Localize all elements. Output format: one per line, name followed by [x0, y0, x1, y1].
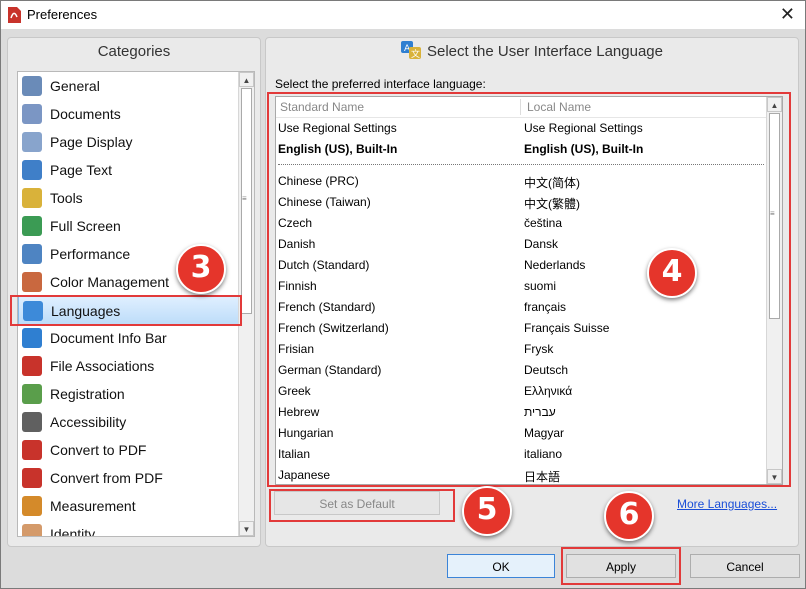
- documents-icon: [22, 104, 42, 124]
- categories-heading: Categories: [97, 43, 171, 60]
- svg-text:文: 文: [411, 48, 420, 59]
- sidebar-item-convert-from-pdf[interactable]: Convert from PDF: [18, 464, 238, 492]
- color-management-icon: [22, 272, 42, 292]
- sidebar-item-documents[interactable]: Documents: [18, 100, 238, 128]
- callout-badge: 4: [647, 248, 697, 298]
- sidebar-item-label: Convert from PDF: [50, 470, 163, 486]
- sidebar-item-general[interactable]: General: [18, 72, 238, 100]
- scroll-down-button[interactable]: ▼: [239, 521, 254, 536]
- sidebar-item-accessibility[interactable]: Accessibility: [18, 408, 238, 436]
- convert-to-pdf-icon: [22, 440, 42, 460]
- convert-from-pdf-icon: [22, 468, 42, 488]
- window-title: Preferences: [27, 7, 98, 22]
- sidebar-item-label: Page Text: [50, 162, 113, 178]
- general-icon: [22, 76, 42, 96]
- sidebar-item-label: Accessibility: [50, 414, 127, 430]
- sidebar-item-tools[interactable]: Tools: [18, 184, 238, 212]
- sidebar-item-page-text[interactable]: Page Text: [18, 156, 238, 184]
- close-icon[interactable]: ✕: [780, 3, 795, 25]
- language-heading-text: Select the User Interface Language: [427, 43, 663, 60]
- sidebar-item-convert-to-pdf[interactable]: Convert to PDF: [18, 436, 238, 464]
- sidebar-item-label: Identity: [50, 526, 96, 537]
- identity-icon: [22, 524, 42, 536]
- languages-icon: A 文: [401, 41, 421, 60]
- highlight-language-table: [267, 92, 791, 487]
- full-screen-icon: [22, 216, 42, 236]
- preferences-window: Preferences ✕ Categories A 文 Select the …: [0, 0, 806, 589]
- sidebar-item-label: Color Management: [50, 274, 170, 290]
- sidebar-item-measurement[interactable]: Measurement: [18, 492, 238, 520]
- sidebar-item-registration[interactable]: Registration: [18, 380, 238, 408]
- more-languages-link[interactable]: More Languages...: [677, 497, 777, 511]
- sidebar-item-label: File Associations: [50, 358, 155, 374]
- callout-badge: 6: [604, 491, 654, 541]
- registration-icon: [22, 384, 42, 404]
- sidebar-item-label: Convert to PDF: [50, 442, 147, 458]
- highlight-set-default: [269, 489, 455, 522]
- pdf-icon: [22, 356, 42, 376]
- cancel-button[interactable]: Cancel: [690, 554, 800, 578]
- language-prompt: Select the preferred interface language:: [275, 77, 486, 91]
- page-display-icon: [22, 132, 42, 152]
- callout-badge: 3: [176, 244, 226, 294]
- highlight-apply: [561, 547, 681, 585]
- scroll-up-button[interactable]: ▲: [239, 72, 254, 87]
- sidebar-item-label: Measurement: [50, 498, 136, 514]
- sidebar-item-label: Page Display: [50, 134, 133, 150]
- sidebar-item-label: General: [50, 78, 100, 94]
- sidebar-item-label: Documents: [50, 106, 121, 122]
- sidebar-item-document-info-bar[interactable]: Document Info Bar: [18, 324, 238, 352]
- sidebar-item-label: Tools: [50, 190, 83, 206]
- sidebar-item-label: Document Info Bar: [50, 330, 167, 346]
- page-text-icon: [22, 160, 42, 180]
- sidebar-item-label: Full Screen: [50, 218, 121, 234]
- language-heading: A 文 Select the User Interface Language: [266, 38, 798, 66]
- highlight-languages: [10, 295, 242, 326]
- tools-icon: [22, 188, 42, 208]
- measurement-icon: [22, 496, 42, 516]
- ok-button[interactable]: OK: [447, 554, 555, 578]
- sidebar-item-page-display[interactable]: Page Display: [18, 128, 238, 156]
- info-icon: [22, 328, 42, 348]
- title-bar: Preferences ✕: [1, 1, 805, 29]
- sidebar-item-label: Performance: [50, 246, 131, 262]
- grip-icon: ≡: [242, 194, 247, 203]
- sidebar-item-label: Registration: [50, 386, 125, 402]
- performance-icon: [22, 244, 42, 264]
- accessibility-icon: [22, 412, 42, 432]
- sidebar-item-file-associations[interactable]: File Associations: [18, 352, 238, 380]
- sidebar-item-identity[interactable]: Identity: [18, 520, 238, 537]
- callout-badge: 5: [462, 486, 512, 536]
- sidebar-item-full-screen[interactable]: Full Screen: [18, 212, 238, 240]
- app-icon: [8, 7, 21, 23]
